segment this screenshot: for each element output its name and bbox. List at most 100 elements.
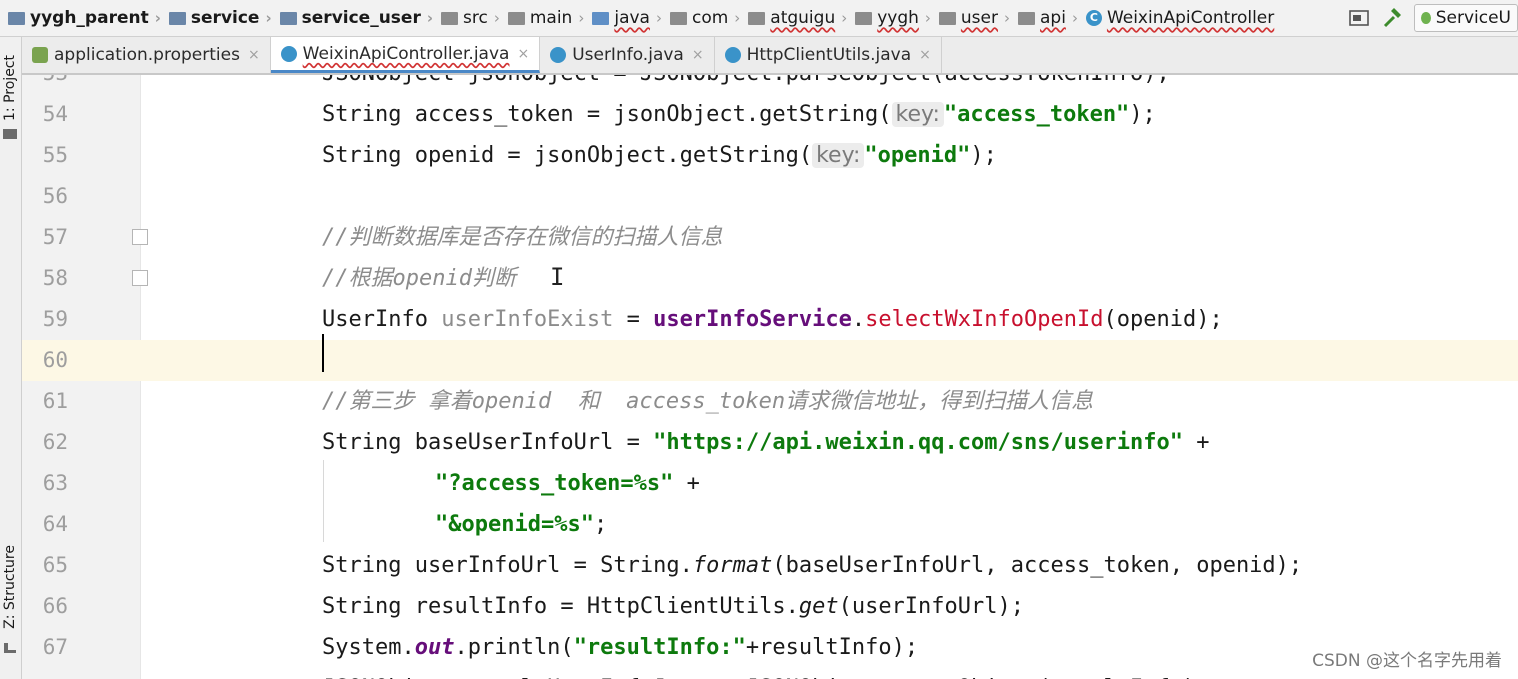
fold-marker-icon[interactable]	[132, 270, 148, 286]
spring-boot-icon	[1421, 12, 1431, 24]
editor-tab[interactable]: application.properties ×	[22, 37, 271, 73]
code-line[interactable]: 68 JSONObject resultUserInfoJson = JSONOb…	[22, 668, 1518, 679]
editor-tab[interactable]: WeixinApiController.java ×	[270, 37, 541, 73]
code-content[interactable]: String userInfoUrl = String.format(baseU…	[322, 545, 1302, 586]
breadcrumb-label: java	[614, 8, 650, 28]
code-line[interactable]: 54 String access_token = jsonObject.getSt…	[22, 94, 1518, 135]
folder-icon	[441, 11, 459, 25]
code-line[interactable]: 56	[22, 176, 1518, 217]
string-literal: "?access_token=%s"	[435, 471, 674, 496]
module-folder-icon	[279, 11, 297, 25]
code-text: );	[1129, 102, 1156, 127]
class-icon	[724, 47, 741, 63]
line-number: 55	[42, 143, 68, 167]
code-text: (openid);	[1103, 307, 1223, 332]
line-number: 68	[22, 668, 68, 679]
code-line[interactable]: 67 System.out.println("resultInfo:"+resul…	[22, 627, 1518, 668]
editor-tab[interactable]: UserInfo.java ×	[540, 37, 715, 73]
current-line[interactable]: 60	[22, 340, 1518, 381]
unused-variable: userInfoExist	[441, 307, 614, 332]
tab-label: HttpClientUtils.java	[746, 45, 912, 65]
code-line[interactable]: 62 String baseUserInfoUrl = "https://api.…	[22, 422, 1518, 463]
code-content[interactable]: String access_token = jsonObject.getStri…	[322, 94, 1156, 135]
fold-marker-icon[interactable]	[132, 229, 148, 245]
code-line[interactable]: 63 "?access_token=%s" +	[22, 463, 1518, 504]
breadcrumb-item[interactable]: com ›	[662, 0, 740, 36]
code-text: System.	[322, 635, 415, 660]
code-content[interactable]: String baseUserInfoUrl = "https://api.we…	[322, 422, 1209, 463]
run-configuration-selector[interactable]: ServiceU	[1414, 4, 1518, 32]
breadcrumb-item[interactable]: user ›	[931, 0, 1010, 36]
package-icon	[855, 11, 873, 25]
layout-icon[interactable]	[1346, 5, 1372, 31]
code-content[interactable]: String resultInfo = HttpClientUtils.get(…	[322, 586, 1024, 627]
editor-tab[interactable]: HttpClientUtils.java ×	[715, 37, 942, 73]
line-number: 59	[42, 307, 68, 331]
breadcrumb-item[interactable]: yygh ›	[847, 0, 931, 36]
breadcrumb-item[interactable]: service_user ›	[272, 0, 433, 36]
breadcrumb-item[interactable]: yygh_parent ›	[0, 0, 161, 36]
breadcrumb-label: WeixinApiController	[1106, 8, 1275, 28]
tab-label: UserInfo.java	[572, 45, 684, 65]
breadcrumb-item[interactable]: java ›	[584, 0, 662, 36]
module-folder-icon	[8, 11, 25, 25]
code-comment: //第三步 拿着openid 和 access_token请求微信地址，得到扫描…	[322, 389, 1094, 414]
code-line[interactable]: 64 "&openid=%s";	[22, 504, 1518, 545]
unresolved-method: selectWxInfoOpenId	[865, 307, 1104, 332]
close-icon[interactable]: ×	[692, 47, 704, 63]
line-number: 62	[42, 430, 68, 454]
line-number: 57	[42, 225, 68, 249]
code-content[interactable]: UserInfo userInfoExist = userInfoService…	[322, 299, 1223, 340]
code-content[interactable]: System.out.println("resultInfo:"+resultI…	[322, 627, 918, 668]
static-method: get	[798, 594, 839, 619]
code-line[interactable]: 65 String userInfoUrl = String.format(bas…	[22, 545, 1518, 586]
breadcrumb-item[interactable]: api ›	[1010, 0, 1078, 36]
code-line[interactable]: 61 //第三步 拿着openid 和 access_token请求微信地址，得到…	[22, 381, 1518, 422]
breadcrumb-label: yygh_parent	[30, 8, 149, 28]
code-content[interactable]: //判断数据库是否存在微信的扫描人信息	[322, 217, 723, 258]
breadcrumb-item[interactable]: main ›	[500, 0, 584, 36]
field-reference: userInfoService	[653, 307, 852, 332]
code-editor[interactable]: 53 JSONObject jsonObject = JSONObject.par…	[0, 75, 1518, 679]
tab-label: WeixinApiController.java	[302, 43, 510, 64]
code-content[interactable]: //第三步 拿着openid 和 access_token请求微信地址，得到扫描…	[322, 381, 1093, 422]
package-icon	[1018, 11, 1035, 25]
code-text: );	[970, 143, 997, 168]
code-content[interactable]: JSONObject resultUserInfoJson = JSONObje…	[322, 668, 1209, 679]
code-line[interactable]: 59 UserInfo userInfoExist = userInfoServi…	[22, 299, 1518, 340]
close-icon[interactable]: ×	[248, 47, 260, 63]
code-line[interactable]: 55 String openid = jsonObject.getString(k…	[22, 135, 1518, 176]
breadcrumb-label: atguigu	[770, 8, 836, 28]
line-number: 61	[42, 389, 68, 413]
code-content[interactable]: JSONObject jsonObject = JSONObject.parse…	[322, 75, 1170, 94]
package-icon	[669, 11, 687, 25]
breadcrumb-item[interactable]: src ›	[433, 0, 500, 36]
package-icon	[748, 11, 766, 25]
close-icon[interactable]: ×	[919, 47, 931, 63]
code-text: String resultInfo = HttpClientUtils.	[322, 594, 799, 619]
close-icon[interactable]: ×	[517, 46, 529, 62]
code-content[interactable]: String openid = jsonObject.getString(key…	[322, 135, 997, 176]
code-line[interactable]: 58 //根据openid判断	[22, 258, 1518, 299]
code-line[interactable]: 53 JSONObject jsonObject = JSONObject.par…	[22, 75, 1518, 94]
breadcrumb-label: src	[463, 8, 488, 28]
static-method: format	[692, 553, 773, 578]
code-content[interactable]: //根据openid判断	[322, 258, 516, 299]
code-content[interactable]: "&openid=%s";	[435, 504, 607, 545]
code-text: .println(	[454, 635, 574, 660]
breadcrumb-item[interactable]: service ›	[161, 0, 272, 36]
tab-label: application.properties	[54, 45, 240, 65]
breadcrumb-item[interactable]: atguigu ›	[740, 0, 847, 36]
breadcrumb-item[interactable]: C WeixinApiController	[1078, 0, 1274, 36]
code-text: String openid = jsonObject.getString(	[322, 143, 813, 168]
code-content[interactable]: "?access_token=%s" +	[435, 463, 700, 504]
code-text: =	[613, 307, 654, 332]
code-line[interactable]: 57 //判断数据库是否存在微信的扫描人信息	[22, 217, 1518, 258]
source-folder-icon	[592, 11, 610, 25]
line-number: 67	[42, 635, 68, 659]
parameter-hint: key:	[812, 143, 865, 168]
breadcrumb-label: service_user	[301, 8, 421, 28]
code-line[interactable]: 66 String resultInfo = HttpClientUtils.ge…	[22, 586, 1518, 627]
build-hammer-icon[interactable]	[1380, 5, 1406, 31]
line-number: 58	[42, 266, 68, 290]
